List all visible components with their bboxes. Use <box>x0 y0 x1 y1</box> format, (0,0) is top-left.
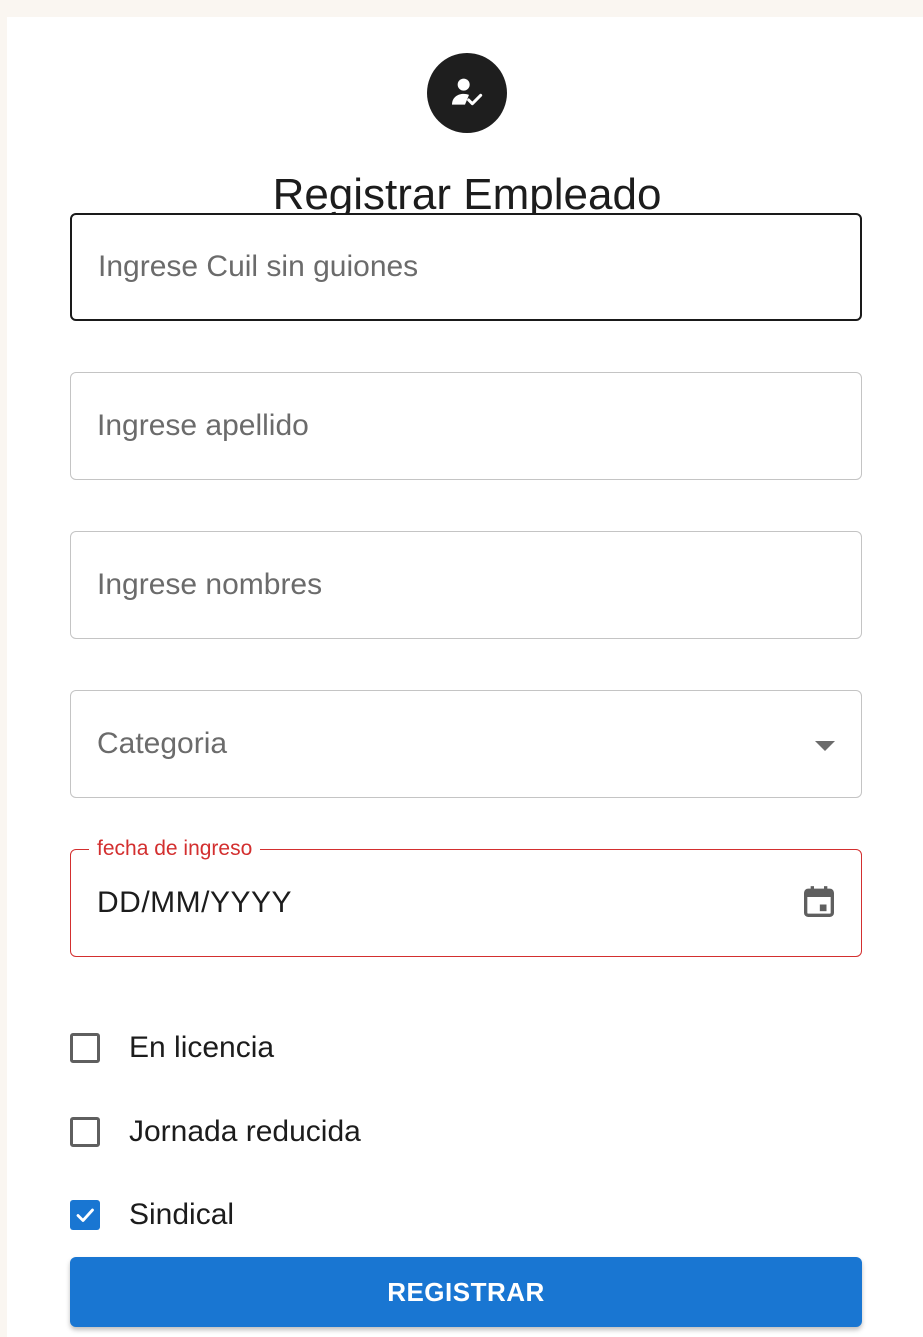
fecha-ingreso-value[interactable]: DD/MM/YYYY <box>97 850 292 956</box>
fecha-ingreso-field[interactable]: fecha de ingreso DD/MM/YYYY <box>70 836 862 957</box>
categoria-select[interactable]: Categoria <box>70 690 862 798</box>
cuil-input[interactable] <box>98 215 798 319</box>
checkbox-en-licencia[interactable]: En licencia <box>70 1028 274 1068</box>
checkbox-label: En licencia <box>129 1031 275 1064</box>
checkbox-label: Jornada reducida <box>129 1115 361 1148</box>
calendar-icon[interactable] <box>799 882 839 922</box>
nombres-field[interactable] <box>70 531 862 639</box>
person-check-icon <box>452 78 483 106</box>
checkbox-box[interactable] <box>70 1117 100 1147</box>
checkbox-sindical[interactable]: Sindical <box>70 1195 234 1235</box>
apellido-input[interactable] <box>97 373 797 479</box>
chevron-down-icon <box>815 741 835 751</box>
checkbox-label: Sindical <box>129 1198 235 1231</box>
check-icon <box>76 1208 94 1222</box>
cuil-field[interactable] <box>70 213 862 321</box>
apellido-field[interactable] <box>70 372 862 480</box>
avatar <box>427 53 507 133</box>
checkbox-box[interactable] <box>70 1033 100 1063</box>
checkbox-jornada-reducida[interactable]: Jornada reducida <box>70 1112 361 1152</box>
register-button[interactable]: REGISTRAR <box>70 1257 862 1327</box>
nombres-input[interactable] <box>97 532 797 638</box>
categoria-placeholder: Categoria <box>97 727 228 760</box>
checkbox-box-checked[interactable] <box>70 1200 100 1230</box>
